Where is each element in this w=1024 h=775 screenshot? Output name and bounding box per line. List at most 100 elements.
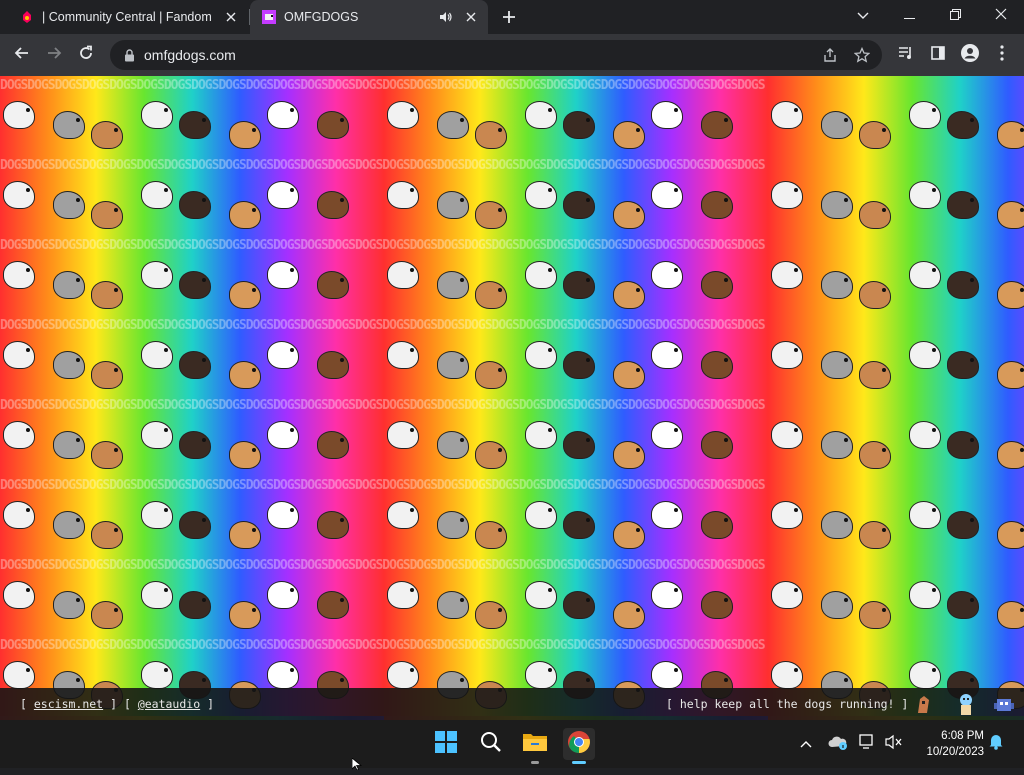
dog-sprite — [438, 112, 468, 138]
dog-sprite — [702, 192, 732, 218]
side-panel-icon — [931, 45, 945, 65]
dog-sprite — [388, 502, 418, 528]
forward-button[interactable] — [40, 41, 68, 69]
dog-sprite — [388, 582, 418, 608]
share-icon[interactable] — [818, 43, 842, 67]
bracket: [ — [20, 697, 27, 711]
search-button[interactable] — [475, 728, 507, 760]
dog-sprite — [948, 352, 978, 378]
active-indicator — [572, 761, 586, 764]
dog-sprite — [614, 362, 644, 388]
new-tab-button[interactable] — [498, 6, 520, 28]
dog-sprite — [230, 522, 260, 548]
lock-icon[interactable] — [122, 48, 136, 62]
reload-button[interactable] — [72, 41, 100, 69]
dog-sprite — [652, 102, 682, 128]
dog-sprite — [438, 592, 468, 618]
dog-sprite — [702, 112, 732, 138]
url-text[interactable]: omfgdogs.com — [144, 47, 818, 63]
tab-community-central[interactable]: | Community Central | Fandom — [8, 0, 248, 34]
tab-title: OMFGDOGS — [284, 10, 359, 24]
donate-link[interactable]: [ help keep all the dogs running! ] — [666, 697, 908, 711]
robot-sprite-icon[interactable] — [992, 692, 1016, 716]
character-sprite-icon[interactable] — [954, 692, 978, 716]
search-icon — [480, 731, 502, 758]
dog-sprite — [998, 202, 1024, 228]
close-window-button[interactable] — [978, 0, 1024, 32]
reload-icon — [78, 45, 94, 66]
system-clock[interactable]: 6:08 PM 10/20/2023 — [912, 728, 984, 760]
close-icon — [995, 7, 1007, 25]
bell-icon — [988, 733, 1004, 755]
side-panel-button[interactable] — [924, 41, 952, 69]
media-controls-button[interactable] — [892, 41, 920, 69]
dog-sprite — [4, 502, 34, 528]
dog-sprite — [948, 272, 978, 298]
dogs-pattern-text: DOGSDOGSDOGSDOGSDOGSDOGSDOGSDOGSDOGSDOGS… — [0, 558, 766, 573]
dog-sprite — [388, 262, 418, 288]
file-explorer-button[interactable] — [519, 728, 551, 764]
escism-link[interactable]: escism.net — [34, 697, 103, 711]
dog-sprite — [772, 262, 802, 288]
tab-search-button[interactable] — [840, 0, 886, 32]
dog-sprite — [998, 442, 1024, 468]
notifications-button[interactable] — [986, 734, 1006, 754]
dog-sprite — [910, 662, 940, 688]
dog-sprite — [318, 272, 348, 298]
onedrive-button[interactable] — [828, 734, 848, 754]
address-bar[interactable]: omfgdogs.com — [110, 40, 882, 70]
windows-logo-icon — [435, 730, 457, 758]
start-button[interactable] — [430, 728, 462, 760]
dog-sprite — [860, 122, 890, 148]
dog-sprite — [772, 582, 802, 608]
tab-omfgdogs[interactable]: OMFGDOGS — [250, 0, 488, 34]
star-icon[interactable] — [850, 43, 874, 67]
dog-sprite — [822, 432, 852, 458]
dog-sprite — [564, 592, 594, 618]
dog-sprite — [998, 522, 1024, 548]
browser-toolbar: omfgdogs.com — [0, 34, 1024, 76]
dog-sprite — [268, 262, 298, 288]
dog-sprite — [652, 662, 682, 688]
dog-sprite — [92, 602, 122, 628]
dog-sprite — [702, 512, 732, 538]
dog-sprite — [526, 262, 556, 288]
dog-sprite — [564, 432, 594, 458]
network-button[interactable] — [858, 733, 878, 755]
dog-sprite — [92, 122, 122, 148]
dog-sprite — [318, 352, 348, 378]
dog-sprite-icon[interactable] — [912, 692, 936, 716]
dog-sprite — [142, 422, 172, 448]
dog-sprite — [142, 102, 172, 128]
dog-sprite — [910, 582, 940, 608]
dog-sprite — [526, 102, 556, 128]
eataudio-link[interactable]: @eataudio — [138, 697, 200, 711]
monitor-icon — [859, 733, 877, 755]
close-icon[interactable] — [462, 8, 480, 26]
tray-overflow-button[interactable] — [796, 734, 816, 754]
back-button[interactable] — [8, 41, 36, 69]
dog-sprite — [652, 582, 682, 608]
arrow-left-icon — [14, 45, 30, 66]
profile-button[interactable] — [956, 41, 984, 69]
dog-sprite — [230, 442, 260, 468]
dog-sprite — [526, 422, 556, 448]
dog-sprite — [438, 352, 468, 378]
footer-links: [ escism.net ] [ @eataudio ] — [20, 697, 214, 711]
close-icon[interactable] — [222, 8, 240, 26]
dog-sprite — [822, 352, 852, 378]
restore-button[interactable] — [932, 0, 978, 32]
minimize-button[interactable] — [886, 0, 932, 32]
menu-button[interactable] — [988, 41, 1016, 69]
speaker-icon[interactable] — [438, 9, 454, 25]
chrome-button[interactable] — [563, 728, 595, 764]
dog-sprite — [910, 422, 940, 448]
dog-sprite — [180, 592, 210, 618]
dog-sprite — [268, 662, 298, 688]
dog-sprite — [910, 502, 940, 528]
dog-sprite — [910, 342, 940, 368]
volume-button[interactable] — [884, 734, 904, 754]
dog-sprite — [526, 182, 556, 208]
clock-date: 10/20/2023 — [926, 746, 984, 758]
dog-sprite — [268, 582, 298, 608]
